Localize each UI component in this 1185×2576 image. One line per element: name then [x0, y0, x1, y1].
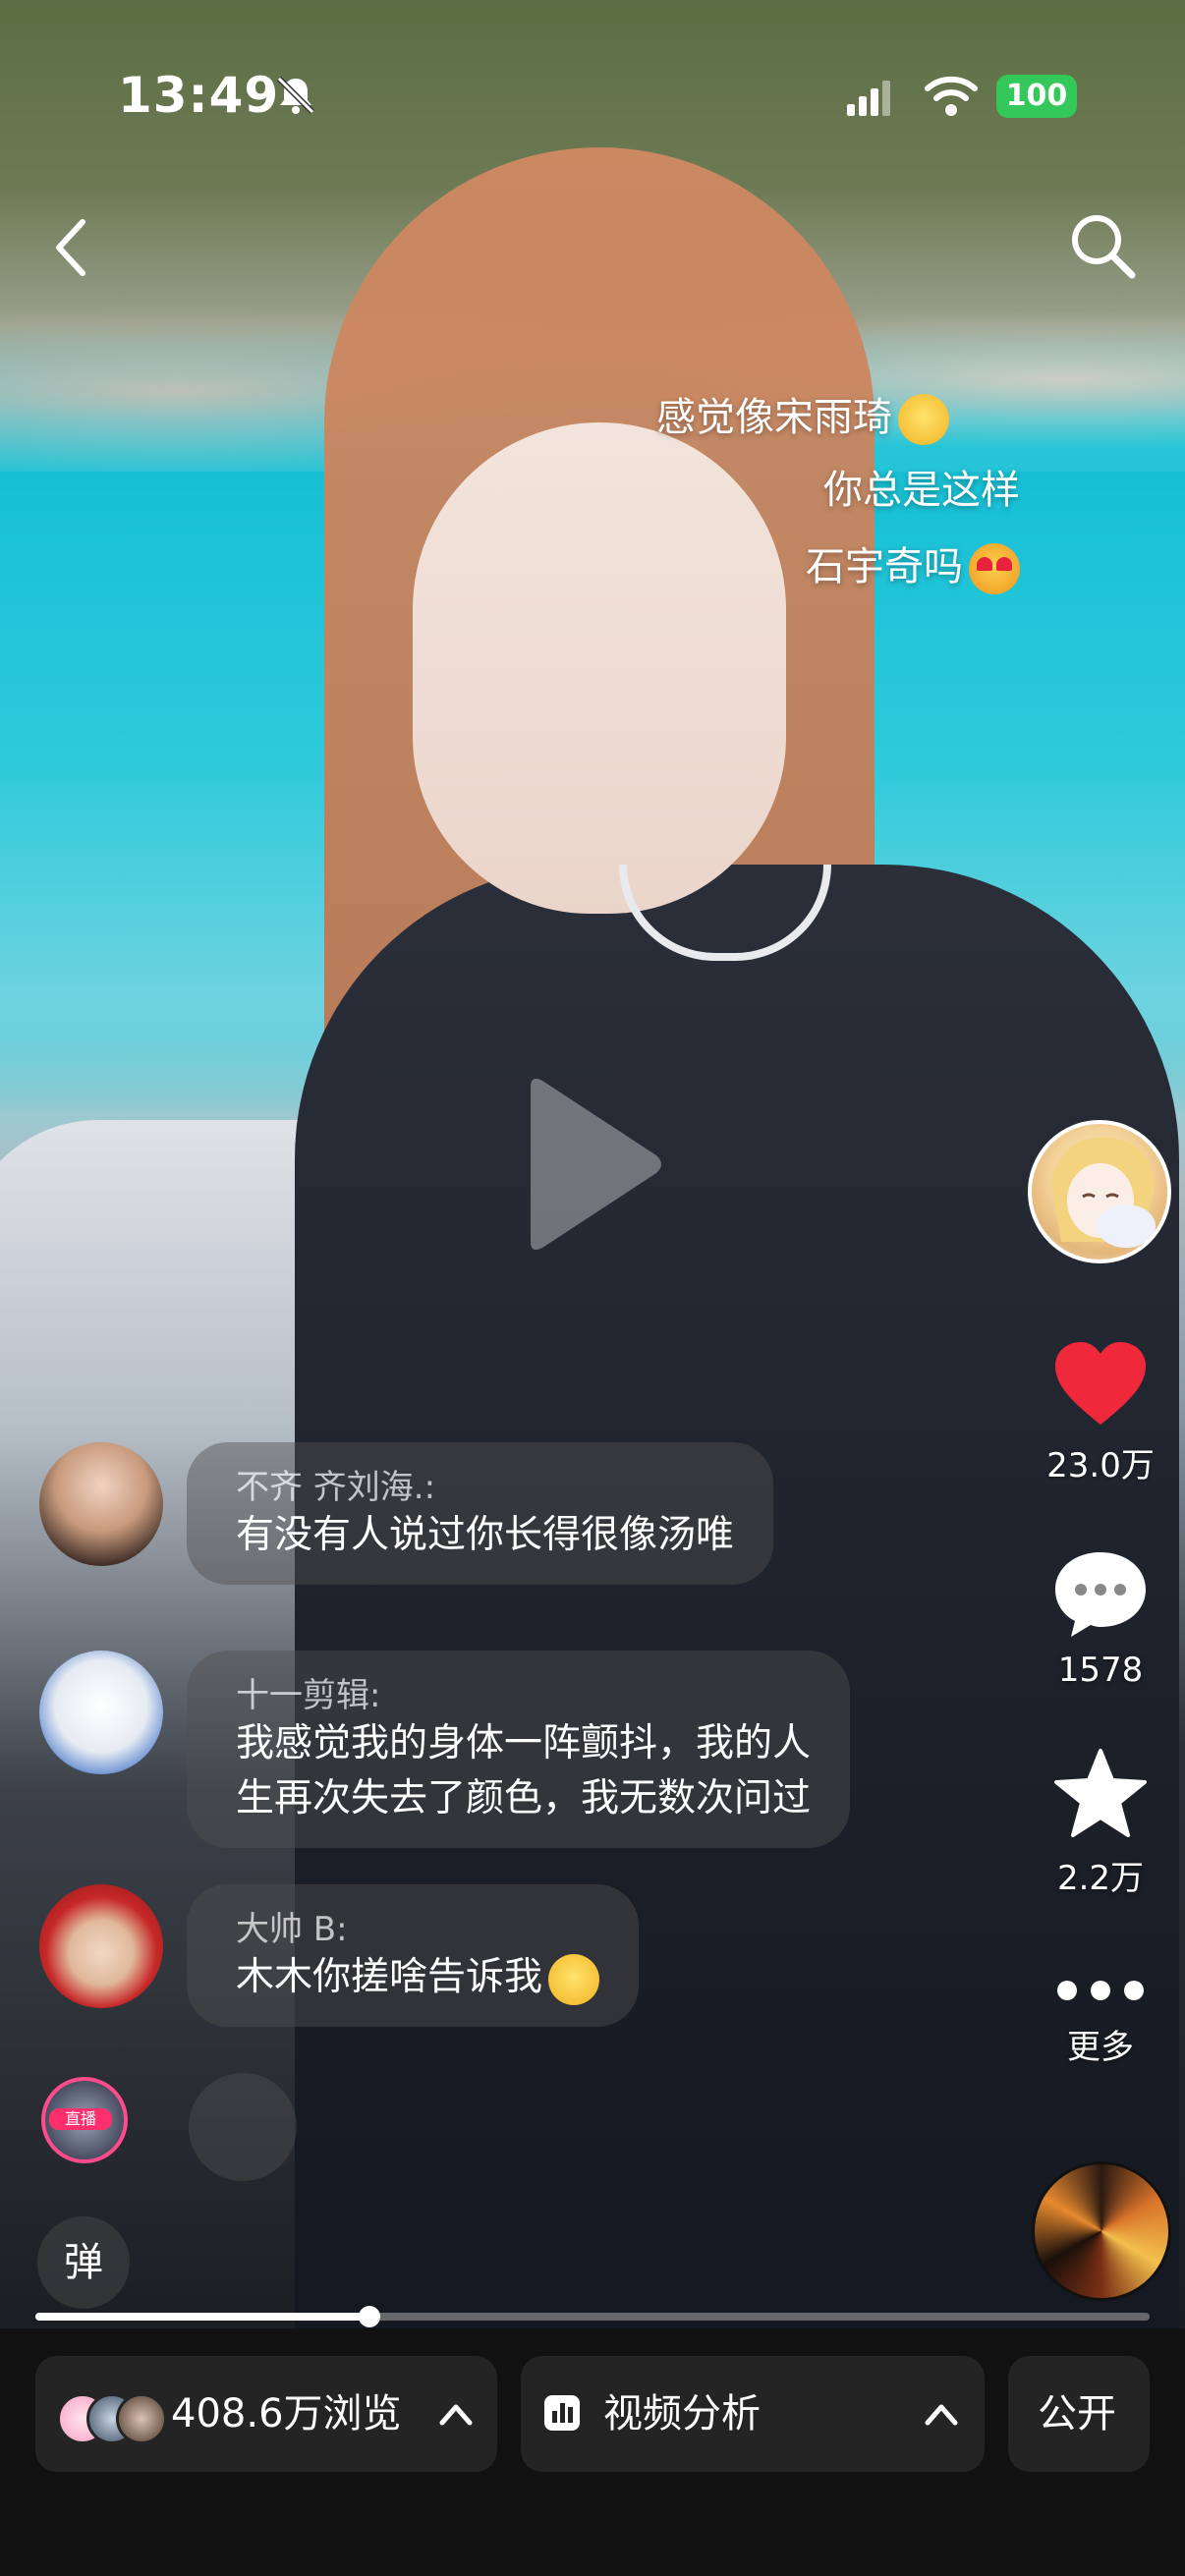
creator-avatar-art: [1051, 1137, 1156, 1248]
commenter-avatar[interactable]: [39, 1884, 163, 2008]
star-icon: [1054, 1749, 1147, 1837]
danmaku-toggle-button[interactable]: 弹: [37, 2216, 130, 2309]
bottom-action-bar: 408.6万浏览 视频分析 公开: [0, 2328, 1185, 2576]
like-count: 23.0万: [1046, 1446, 1155, 1485]
comment-text: 生再次失去了颜色，我无数次问过: [236, 1776, 812, 1820]
comment-text: 有没有人说过你长得很像汤唯: [236, 1513, 735, 1557]
live-badge: 直播: [49, 2108, 112, 2130]
comment-button[interactable]: 1578: [1032, 1546, 1169, 1690]
comment-count: 1578: [1057, 1651, 1144, 1690]
battery-indicator: 100: [996, 75, 1077, 118]
video-subject-face: [413, 422, 786, 914]
favorite-count: 2.2万: [1056, 1859, 1145, 1898]
video-analysis-button[interactable]: 视频分析: [521, 2356, 985, 2472]
cellular-signal-icon: [847, 81, 890, 116]
chevron-up-icon: [925, 2404, 958, 2426]
search-icon[interactable]: [1067, 210, 1138, 281]
more-button[interactable]: 更多: [1032, 1971, 1169, 2068]
overlay-caption-text: 感觉像宋雨琦: [656, 395, 892, 440]
commenter-avatar[interactable]: [39, 1442, 163, 1566]
smile-emoji-icon: [898, 394, 949, 445]
video-analysis-label: 视频分析: [603, 2391, 761, 2436]
comment-bubble: 十一剪辑: 我感觉我的身体一阵颤抖，我的人 生再次失去了颜色，我无数次问过: [187, 1651, 851, 1848]
views-button[interactable]: 408.6万浏览: [35, 2356, 497, 2472]
commenter-name: 大帅 B:: [236, 1910, 348, 1949]
overlay-caption-text: 石宇奇吗: [806, 544, 963, 589]
commenter-name: 不齐 齐刘海.:: [236, 1468, 436, 1507]
wifi-icon: [925, 76, 978, 116]
progress-fill: [35, 2313, 370, 2321]
comment-bubble: 不齐 齐刘海.: 有没有人说过你长得很像汤唯: [187, 1442, 774, 1585]
overlay-caption-line: 石宇奇吗: [806, 534, 1020, 594]
views-label: 408.6万浏览: [171, 2391, 402, 2436]
play-icon[interactable]: [511, 1071, 668, 1258]
overlay-caption-line: 你总是这样: [823, 458, 1020, 515]
creator-avatar[interactable]: [1028, 1120, 1171, 1263]
overlay-caption-text: 你总是这样: [823, 468, 1020, 513]
comment-bubble-icon: [1055, 1552, 1146, 1637]
music-disc-icon[interactable]: [1032, 2161, 1171, 2301]
video-progress-bar[interactable]: [35, 2306, 1150, 2327]
comment-text: 木木你搓啥告诉我: [236, 1950, 600, 2005]
overlay-caption-line: 感觉像宋雨琦: [656, 385, 949, 445]
comment-bubble: 大帅 B: 木木你搓啥告诉我: [187, 1884, 640, 2027]
chevron-up-icon: [439, 2404, 473, 2426]
faded-avatar: [189, 2073, 297, 2181]
like-button[interactable]: 23.0万: [1032, 1338, 1169, 1486]
more-label: 更多: [1067, 2028, 1134, 2067]
viewer-avatar: [116, 2393, 167, 2444]
comment-text: 我感觉我的身体一阵颤抖，我的人: [236, 1721, 812, 1765]
visibility-label: 公开: [1038, 2391, 1116, 2436]
heart-icon: [1055, 1342, 1146, 1425]
commenter-name: 十一剪辑:: [236, 1676, 381, 1715]
commenter-avatar[interactable]: [39, 1651, 163, 1774]
status-time: 13:49: [118, 67, 280, 124]
annoyed-emoji-icon: [548, 1953, 600, 2005]
bar-chart-icon: [544, 2395, 580, 2431]
visibility-button[interactable]: 公开: [1008, 2356, 1150, 2472]
status-bar: 13:49 100: [0, 59, 1185, 138]
comment-text-body: 木木你搓啥告诉我: [236, 1955, 543, 1999]
bell-muted-icon: [276, 76, 315, 115]
heart-eyes-emoji-icon: [969, 543, 1020, 594]
favorite-button[interactable]: 2.2万: [1032, 1747, 1169, 1899]
back-arrow-icon[interactable]: [43, 208, 102, 287]
more-dots-icon: [1057, 1981, 1144, 2000]
